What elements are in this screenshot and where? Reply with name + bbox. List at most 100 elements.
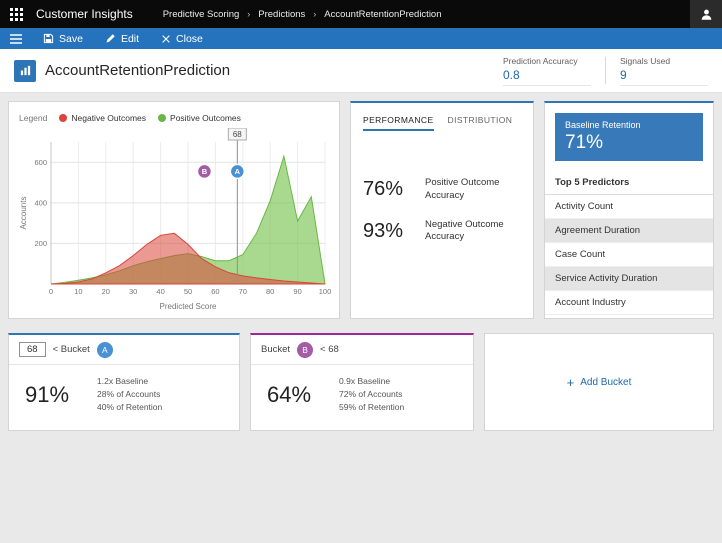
metric-value: 93%	[363, 220, 415, 243]
hamburger-menu-icon[interactable]	[0, 28, 32, 49]
predictor-item-account-industry[interactable]: Account Industry	[545, 291, 713, 315]
legend-item-positive: Positive Outcomes	[158, 113, 241, 123]
bucket-b-body: 64% 0.9x Baseline 72% of Accounts 59% of…	[251, 365, 473, 425]
prediction-report-icon	[14, 60, 36, 82]
performance-tabs: PERFORMANCE DISTRIBUTION	[363, 113, 521, 131]
close-button[interactable]: Close	[150, 28, 214, 49]
bucket-a-relation: < Bucket	[53, 344, 90, 355]
plus-icon: +	[567, 376, 575, 389]
svg-text:A: A	[235, 167, 241, 176]
edit-button-label: Edit	[121, 33, 139, 45]
bucket-stat: 1.2x Baseline	[97, 375, 162, 388]
bucket-a-value: 91%	[25, 382, 69, 408]
bucket-a-stats: 1.2x Baseline 28% of Accounts 40% of Ret…	[97, 375, 162, 415]
bucket-b-badge: B	[297, 342, 313, 358]
metric-value: 9	[620, 68, 708, 82]
close-x-icon	[161, 34, 171, 44]
bucket-stat: 40% of Retention	[97, 401, 162, 414]
bucket-a-badge: A	[97, 342, 113, 358]
bucket-stat: 0.9x Baseline	[339, 375, 404, 388]
top-predictors-title: Top 5 Predictors	[545, 171, 713, 195]
bucket-stat: 59% of Retention	[339, 401, 404, 414]
save-button-label: Save	[59, 33, 83, 45]
waffle-menu-icon[interactable]	[0, 0, 32, 28]
svg-text:600: 600	[34, 158, 47, 167]
outcome-distribution-chart[interactable]: 68BA0102030405060708090100200400600Predi…	[17, 128, 333, 312]
bucket-a-header: 68 < Bucket A	[9, 335, 239, 365]
legend-title: Legend	[19, 113, 47, 123]
page-header: AccountRetentionPrediction Prediction Ac…	[0, 49, 722, 93]
negative-outcomes-dot-icon	[59, 114, 67, 122]
signals-used-metric: Signals Used 9	[620, 56, 708, 86]
close-button-label: Close	[176, 33, 203, 45]
save-icon	[43, 33, 54, 44]
hamburger-lines-icon	[10, 34, 22, 44]
bucket-b-stats: 0.9x Baseline 72% of Accounts 59% of Ret…	[339, 375, 404, 415]
add-bucket-label: Add Bucket	[580, 377, 631, 388]
predictor-item-agreement-duration[interactable]: Agreement Duration	[545, 219, 713, 243]
app-title[interactable]: Customer Insights	[36, 7, 133, 21]
save-button[interactable]: Save	[32, 28, 94, 49]
bucket-b-header: Bucket B < 68	[251, 335, 473, 365]
breadcrumb-separator-icon: ›	[313, 9, 316, 19]
svg-text:68: 68	[233, 130, 242, 139]
bucket-a-body: 91% 1.2x Baseline 28% of Accounts 40% of…	[9, 365, 239, 425]
bucket-stat: 72% of Accounts	[339, 388, 404, 401]
svg-text:50: 50	[184, 287, 192, 296]
bucket-b-relation: < 68	[320, 344, 339, 355]
svg-text:80: 80	[266, 287, 274, 296]
svg-text:B: B	[202, 167, 208, 176]
waffle-grid-icon	[10, 8, 23, 21]
svg-text:90: 90	[293, 287, 301, 296]
edit-button[interactable]: Edit	[94, 28, 150, 49]
breadcrumb-item-predictive-scoring[interactable]: Predictive Scoring	[163, 9, 240, 20]
add-bucket-card[interactable]: + Add Bucket	[484, 333, 714, 431]
performance-card: PERFORMANCE DISTRIBUTION 76% Positive Ou…	[350, 101, 534, 319]
svg-text:70: 70	[239, 287, 247, 296]
predictor-item-case-count[interactable]: Case Count	[545, 243, 713, 267]
svg-text:Accounts: Accounts	[19, 197, 28, 230]
positive-accuracy-metric: 76% Positive Outcome Accuracy	[363, 177, 521, 203]
bucket-b-value: 64%	[267, 382, 311, 408]
bucket-a-threshold-input[interactable]: 68	[19, 342, 46, 357]
svg-text:10: 10	[74, 287, 82, 296]
legend-item-negative: Negative Outcomes	[59, 113, 146, 123]
add-bucket-button[interactable]: + Add Bucket	[567, 376, 632, 389]
tab-performance[interactable]: PERFORMANCE	[363, 113, 434, 131]
bar-chart-icon	[19, 64, 32, 77]
bucket-card-row: 68 < Bucket A 91% 1.2x Baseline 28% of A…	[8, 333, 714, 431]
svg-text:20: 20	[102, 287, 110, 296]
metric-label: Signals Used	[620, 56, 708, 66]
metric-value: 0.8	[503, 68, 591, 82]
tab-distribution[interactable]: DISTRIBUTION	[448, 113, 513, 131]
negative-accuracy-metric: 93% Negative Outcome Accuracy	[363, 219, 521, 245]
prediction-chart-card: Legend Negative Outcomes Positive Outcom…	[8, 101, 340, 319]
svg-text:30: 30	[129, 287, 137, 296]
person-icon	[700, 8, 713, 21]
predictor-item-service-activity-duration[interactable]: Service Activity Duration	[545, 267, 713, 291]
legend-label: Positive Outcomes	[170, 113, 241, 123]
legend-label: Negative Outcomes	[71, 113, 146, 123]
chart-legend: Legend Negative Outcomes Positive Outcom…	[17, 110, 331, 128]
svg-text:200: 200	[34, 239, 47, 248]
command-bar: Save Edit Close	[0, 28, 722, 49]
topbar: Customer Insights Predictive Scoring › P…	[0, 0, 722, 28]
baseline-value: 71%	[565, 132, 693, 154]
bucket-b-card: Bucket B < 68 64% 0.9x Baseline 72% of A…	[250, 333, 474, 431]
predictor-item-activity-count[interactable]: Activity Count	[545, 195, 713, 219]
breadcrumb-item-account-retention-prediction[interactable]: AccountRetentionPrediction	[324, 9, 441, 20]
svg-text:60: 60	[211, 287, 219, 296]
breadcrumb-item-predictions[interactable]: Predictions	[258, 9, 305, 20]
svg-text:100: 100	[319, 287, 332, 296]
breadcrumb-separator-icon: ›	[247, 9, 250, 19]
main-content: Legend Negative Outcomes Positive Outcom…	[0, 93, 722, 439]
predictors-list: Activity Count Agreement Duration Case C…	[545, 195, 713, 315]
header-metrics: Prediction Accuracy 0.8 Signals Used 9	[503, 56, 708, 86]
top-card-row: Legend Negative Outcomes Positive Outcom…	[8, 101, 714, 319]
positive-outcomes-dot-icon	[158, 114, 166, 122]
user-avatar-icon[interactable]	[690, 0, 722, 28]
page-title: AccountRetentionPrediction	[45, 62, 230, 79]
baseline-retention-box: Baseline Retention 71%	[555, 113, 703, 161]
metric-label: Positive Outcome Accuracy	[425, 177, 517, 203]
metric-value: 76%	[363, 178, 415, 201]
